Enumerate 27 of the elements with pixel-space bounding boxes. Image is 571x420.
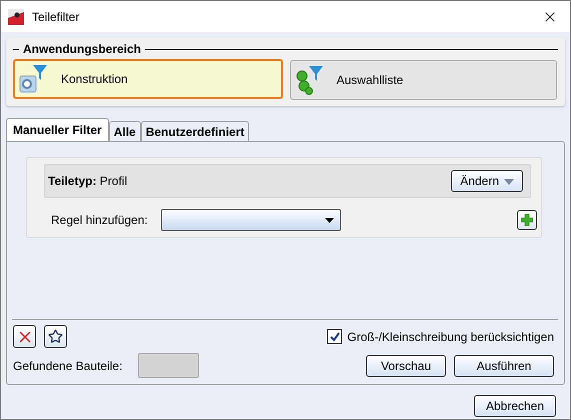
found-label: Gefundene Bauteile: [13,358,122,372]
action-button[interactable]: Vorschau [366,354,446,376]
checkbox-label: Groß-/Kleinschreibung berücksichtigen [347,330,554,344]
plus-icon [521,214,533,226]
group-title: Anwendungsbereich [23,42,142,56]
change-button[interactable]: Ändern [451,170,523,192]
app-logo-icon [8,8,24,24]
favorite-button[interactable] [44,325,67,348]
caret-icon [504,178,514,185]
scope-button[interactable]: Konstruktion [13,59,282,99]
check-icon [330,332,340,342]
star-icon [48,329,63,344]
action-button[interactable]: Ausführen [454,354,554,376]
scope-button[interactable]: Auswahlliste [290,60,557,100]
tab[interactable]: Alle [108,121,141,141]
clear-button[interactable] [13,325,36,348]
cancel-button[interactable]: Abbrechen [474,395,556,417]
caret-icon [324,218,334,222]
window-title: Teilefilter [32,10,80,24]
checkbox[interactable] [327,329,342,344]
rule-dropdown[interactable] [160,209,341,231]
part-type-text: Teiletyp: Profil [48,174,128,188]
tab[interactable]: Manueller Filter [6,118,109,141]
rule-label: Regel hinzufügen: [51,213,148,227]
add-button[interactable] [517,210,537,230]
tab[interactable]: Benutzerdefiniert [140,121,250,141]
found-count-field [138,353,200,378]
